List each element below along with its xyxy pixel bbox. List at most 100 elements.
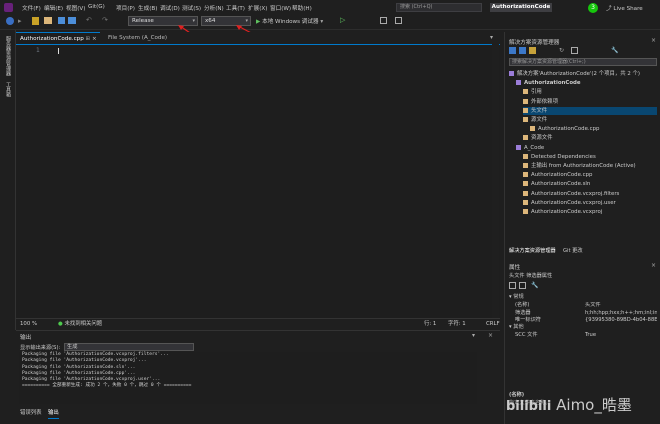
tree-item-label: A_Code [524, 144, 545, 151]
solution-name: AuthorizationCode [490, 3, 552, 12]
property-value[interactable]: 头文件 [585, 302, 601, 309]
menu-item[interactable]: 扩展(X) [248, 4, 267, 12]
output-source-dropdown[interactable]: 生成 [64, 343, 194, 351]
tree-node-icon [530, 126, 535, 132]
back-icon[interactable] [519, 47, 526, 54]
watermark-text: Aimo_晧墨 [556, 396, 632, 414]
output-text[interactable]: Packaging file 'AuthorizationCode.vcxpro… [19, 352, 477, 404]
issues-indicator[interactable]: ● 未找到相关问题 [58, 319, 102, 329]
tree-item[interactable]: 外部依赖项 [523, 98, 558, 106]
open-icon[interactable] [44, 17, 52, 24]
liveshare-button[interactable]: ⤴ Live Share [606, 4, 643, 12]
notification-badge[interactable]: 3 [588, 3, 598, 13]
save-all-icon[interactable] [68, 17, 76, 24]
collapse-icon[interactable] [571, 47, 578, 54]
menu-item[interactable]: 调试(D) [160, 4, 180, 12]
tree-item-label: AuthorizationCode.cpp [538, 126, 600, 133]
menu-item[interactable]: 测试(S) [182, 4, 201, 12]
save-icon[interactable] [58, 17, 65, 24]
sync-icon[interactable] [529, 47, 536, 54]
tree-item[interactable]: 源文件 [523, 116, 547, 124]
title-bar: 文件(F) 编辑(E) 视图(V) Git(G) 项目(P) 生成(B) 调试(D) 测试(S… [0, 0, 660, 14]
tree-item[interactable]: AuthorizationCode.vcxproj [523, 208, 602, 216]
eol-indicator[interactable]: CRLF [486, 319, 500, 329]
section-general[interactable]: ▾ 常规 [509, 294, 524, 301]
properties-icon[interactable]: 🔧 [611, 47, 618, 54]
home-icon[interactable] [509, 47, 516, 54]
toolbar-misc-icon[interactable] [395, 17, 402, 24]
tree-item[interactable]: AuthorizationCode.cpp [523, 171, 592, 179]
tree-item[interactable]: AuthorizationCode.sln [523, 180, 590, 188]
tree-item[interactable]: Detected Dependencies [523, 153, 596, 161]
tree-node-icon [523, 107, 528, 113]
solution-explorer-search[interactable]: 搜索解决方案资源管理器(Ctrl+;) [509, 58, 657, 66]
tree-node-icon [516, 80, 521, 86]
property-pages-icon[interactable]: 🔧 [531, 282, 538, 289]
server-explorer-tab[interactable]: 服务器资源管理器 [4, 36, 12, 76]
tree-node-icon [516, 144, 521, 150]
tab-solution-explorer[interactable]: 解决方案资源管理器 [509, 246, 556, 256]
menu-item[interactable]: Git(G) [88, 4, 105, 10]
forward-icon[interactable]: ▸ [18, 17, 22, 25]
tree-item[interactable]: 解决方案'AuthorizationCode'(2 个项目，共 2 个) [509, 70, 640, 78]
editor-tabs: AuthorizationCode.cpp ⊞ × File System (A… [16, 32, 500, 44]
section-misc[interactable]: ▾ 其他 [509, 324, 524, 331]
tree-node-icon [523, 89, 528, 95]
toolbox-tab[interactable]: 工具箱 [4, 82, 12, 97]
tree-item[interactable]: AuthorizationCode [516, 79, 581, 87]
tab-git-changes[interactable]: Git 更改 [563, 246, 583, 256]
menu-item[interactable]: 编辑(E) [44, 4, 63, 12]
tree-item[interactable]: 引用 [523, 88, 542, 96]
tab-authorizationcode-cpp[interactable]: AuthorizationCode.cpp ⊞ × [16, 32, 100, 44]
menu-item[interactable]: 工具(T) [226, 4, 245, 12]
close-icon[interactable]: × [488, 332, 493, 339]
back-icon[interactable] [6, 17, 14, 25]
alphabetical-icon[interactable] [519, 282, 526, 289]
tab-overflow-icon[interactable]: ▾ [490, 34, 493, 41]
tree-item-label: AuthorizationCode.cpp [531, 172, 593, 179]
search-input[interactable]: 搜索 (Ctrl+Q) [396, 3, 482, 12]
run-without-debug-icon[interactable]: ▷ [340, 16, 345, 24]
zoom-level[interactable]: 100 % [20, 319, 37, 329]
close-icon[interactable]: × [651, 262, 656, 269]
property-value[interactable]: h;hh;hpp;hxx;h++;hm;inl;inc;ip [585, 310, 657, 317]
tab-error-list[interactable]: 错误列表 [20, 408, 42, 418]
section-label: 其他 [513, 324, 524, 330]
property-value[interactable]: True [585, 332, 596, 339]
new-item-icon[interactable] [32, 17, 39, 25]
code-editor[interactable]: 1 [16, 44, 500, 318]
tree-node-icon [523, 209, 528, 214]
editor-scrollbar[interactable] [492, 44, 499, 318]
menu-item[interactable]: 分析(N) [204, 4, 224, 12]
tree-item-label: 头文件 [531, 107, 548, 114]
tab-file-system[interactable]: File System (A_Code) [104, 32, 178, 44]
menu-item[interactable]: 项目(P) [116, 4, 135, 12]
pin-icon[interactable]: ⊞ [86, 36, 91, 42]
tree-item[interactable]: 头文件 [523, 106, 657, 115]
tree-item[interactable]: A_Code [516, 144, 544, 152]
undo-icon[interactable]: ↶ [86, 16, 92, 24]
tree-node-icon [523, 98, 528, 104]
col-indicator: 字符: 1 [448, 321, 466, 327]
close-icon[interactable]: × [92, 36, 97, 42]
tab-output[interactable]: 输出 [48, 408, 59, 419]
tree-item[interactable]: 主输出 from AuthorizationCode (Active) [523, 162, 636, 170]
refresh-icon[interactable]: ↻ [559, 47, 564, 54]
panel-menu-icon[interactable]: ▾ [472, 332, 475, 339]
tree-node-icon [523, 135, 528, 141]
tree-item[interactable]: AuthorizationCode.vcxproj.filters [523, 190, 619, 198]
toolbar-misc-icon[interactable] [380, 17, 387, 24]
close-icon[interactable]: × [651, 37, 656, 44]
menu-item[interactable]: 帮助(H) [292, 4, 312, 12]
menu-item[interactable]: 窗口(W) [270, 4, 291, 12]
solution-explorer-toolbar: ↻ 🔧 [509, 46, 657, 56]
tree-item[interactable]: AuthorizationCode.cpp [530, 125, 599, 133]
menu-item[interactable]: 文件(F) [22, 4, 41, 12]
property-value[interactable]: {93995380-89BD-4b04-88EB-625 [585, 317, 657, 324]
tree-item[interactable]: 资源文件 [523, 134, 553, 142]
categorized-icon[interactable] [509, 282, 516, 289]
menu-item[interactable]: 生成(B) [138, 4, 157, 12]
menu-item[interactable]: 视图(V) [66, 4, 85, 12]
tree-item[interactable]: AuthorizationCode.vcxproj.user [523, 199, 616, 207]
redo-icon[interactable]: ↷ [102, 16, 108, 24]
